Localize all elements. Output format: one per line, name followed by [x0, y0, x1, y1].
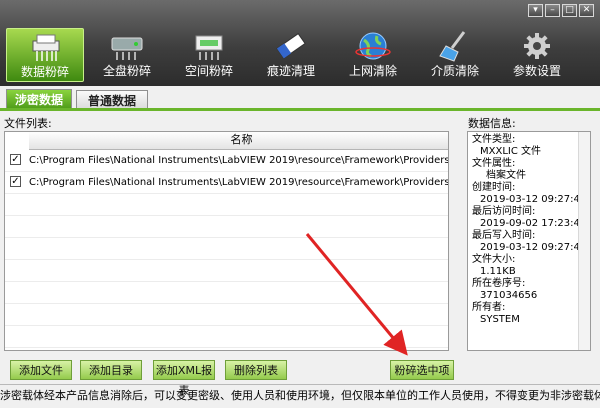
- volume-value: 371034656: [480, 290, 538, 301]
- empty-row: [5, 194, 448, 216]
- maximize-button[interactable]: □: [562, 4, 577, 17]
- tool-label: 上网清除: [348, 64, 397, 78]
- shred-selected-button[interactable]: 粉碎选中项: [390, 360, 454, 380]
- close-button[interactable]: ✕: [579, 4, 594, 17]
- tool-label: 数据粉碎: [20, 65, 69, 79]
- file-path: C:\Program Files\National Instruments\La…: [29, 177, 448, 188]
- volume-label: 所在卷序号:: [472, 278, 526, 289]
- tool-internet-cleaner[interactable]: 上网清除: [334, 28, 412, 82]
- tab-classified-data[interactable]: 涉密数据: [6, 89, 72, 109]
- written-value: 2019-03-12 09:27:40: [480, 242, 587, 253]
- header-bar: ▾ – □ ✕ 数据粉碎 全盘粉碎 空间粉碎 痕迹清理 上网清除 介质清除 参数…: [0, 0, 600, 86]
- tool-media-cleaner[interactable]: 介质清除: [416, 28, 494, 82]
- type-label: 文件类型:: [472, 134, 516, 145]
- empty-row: [5, 238, 448, 260]
- tool-label: 参数设置: [512, 64, 561, 78]
- data-shredder-icon: [32, 34, 60, 61]
- tab-underline: [0, 108, 600, 111]
- add-xml-report-button[interactable]: 添加XML报表: [153, 360, 215, 397]
- add-file-button[interactable]: 添加文件: [10, 360, 72, 380]
- table-row[interactable]: ✓ C:\Program Files\National Instruments\…: [5, 172, 448, 194]
- written-label: 最后写入时间:: [472, 230, 536, 241]
- accessed-label: 最后访问时间:: [472, 206, 536, 217]
- row-checkbox[interactable]: ✓: [10, 176, 21, 187]
- delete-list-button[interactable]: 删除列表: [225, 360, 287, 380]
- broom-icon: [439, 31, 466, 62]
- empty-row: [5, 282, 448, 304]
- empty-row: [5, 260, 448, 282]
- file-list-label: 文件列表:: [4, 117, 52, 130]
- file-path: C:\Program Files\National Instruments\La…: [29, 155, 448, 166]
- free-space-shredder-icon: [195, 35, 223, 60]
- tool-label: 介质清除: [430, 64, 479, 78]
- table-row[interactable]: ✓ C:\Program Files\National Instruments\…: [5, 150, 448, 172]
- eraser-icon: [276, 32, 306, 60]
- empty-row: [5, 326, 448, 348]
- status-bar: 涉密载体经本产品信息消除后，可以变更密级、使用人员和使用环境，但仅限本单位的工作…: [0, 384, 600, 408]
- tool-free-space-shredder[interactable]: 空间粉碎: [170, 28, 248, 82]
- attr-value: 档案文件: [486, 170, 526, 181]
- owner-label: 所有者:: [472, 302, 506, 313]
- attr-label: 文件属性:: [472, 158, 516, 169]
- window-controls: ▾ – □ ✕: [528, 4, 594, 17]
- file-info-panel: 文件类型: MXXLIC 文件 文件属性: 档案文件 创建时间: 2019-03…: [467, 131, 591, 351]
- gear-icon: [524, 33, 550, 59]
- file-list[interactable]: 名称 ✓ C:\Program Files\National Instrumen…: [4, 131, 449, 351]
- owner-value: SYSTEM: [480, 314, 520, 325]
- tool-trace-cleaner[interactable]: 痕迹清理: [252, 28, 330, 82]
- tool-disk-shredder[interactable]: 全盘粉碎: [88, 28, 166, 82]
- created-value: 2019-03-12 09:27:40: [480, 194, 587, 205]
- menu-button[interactable]: ▾: [528, 4, 543, 17]
- type-value: MXXLIC 文件: [480, 146, 542, 157]
- info-label: 数据信息:: [468, 117, 516, 130]
- tab-normal-data[interactable]: 普通数据: [76, 90, 148, 110]
- created-label: 创建时间:: [472, 182, 516, 193]
- tool-data-shredder[interactable]: 数据粉碎: [6, 28, 84, 82]
- tool-settings[interactable]: 参数设置: [498, 28, 576, 82]
- tool-label: 全盘粉碎: [102, 64, 151, 78]
- minimize-button[interactable]: –: [545, 4, 560, 17]
- row-checkbox[interactable]: ✓: [10, 154, 21, 165]
- info-scrollbar[interactable]: [578, 132, 590, 350]
- size-label: 文件大小:: [472, 254, 516, 265]
- size-value: 1.11KB: [480, 266, 516, 277]
- empty-row: [5, 304, 448, 326]
- tool-label: 空间粉碎: [184, 64, 233, 78]
- tool-label: 痕迹清理: [266, 64, 315, 78]
- internet-globe-icon: [355, 32, 391, 60]
- column-header-name[interactable]: 名称: [29, 132, 448, 150]
- disk-shredder-icon: [111, 37, 143, 60]
- main-toolbar: 数据粉碎 全盘粉碎 空间粉碎 痕迹清理 上网清除 介质清除 参数设置: [6, 28, 596, 84]
- empty-row: [5, 216, 448, 238]
- accessed-value: 2019-09-02 17:23:47: [480, 218, 587, 229]
- add-directory-button[interactable]: 添加目录: [80, 360, 142, 380]
